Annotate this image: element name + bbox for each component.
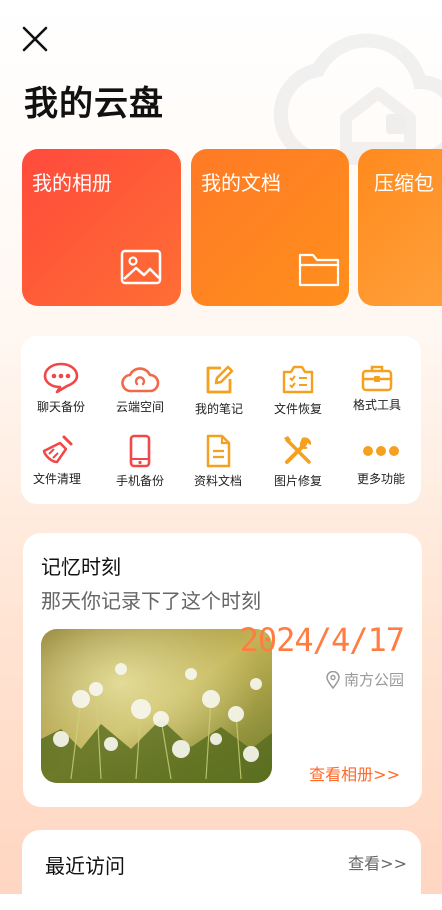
page-title: 我的云盘 bbox=[24, 84, 164, 124]
more-dots-icon bbox=[363, 446, 399, 456]
tool-chat-backup[interactable]: 聊天备份 bbox=[21, 362, 101, 415]
memory-location-text: 南方公园 bbox=[343, 671, 404, 689]
memory-photo[interactable] bbox=[41, 629, 272, 783]
tool-phone-backup[interactable]: 手机备份 bbox=[100, 434, 180, 489]
tool-image-repair[interactable]: 图片修复 bbox=[258, 434, 338, 489]
tool-label: 文件清理 bbox=[32, 472, 81, 486]
tile-label: 我的文档 bbox=[201, 171, 281, 195]
memory-location: 南方公园 bbox=[326, 669, 404, 690]
location-pin-icon bbox=[326, 670, 340, 689]
image-icon bbox=[120, 249, 162, 285]
tools-panel: 聊天备份 云端空间 我的笔记 文件恢复 格式工具 文件清理 手机备份 资料文档 … bbox=[21, 336, 421, 504]
tool-my-notes[interactable]: 我的笔记 bbox=[179, 364, 259, 417]
tool-label: 资料文档 bbox=[193, 474, 242, 488]
tile-label: 我的相册 bbox=[32, 171, 112, 195]
tool-label: 我的笔记 bbox=[194, 402, 243, 416]
memory-subtitle: 那天你记录下了这个时刻 bbox=[41, 589, 261, 613]
close-icon[interactable] bbox=[20, 24, 50, 54]
toolbox-icon bbox=[361, 365, 393, 392]
repair-tools-icon bbox=[284, 436, 312, 464]
memory-title: 记忆时刻 bbox=[41, 555, 121, 579]
tool-format-tools[interactable]: 格式工具 bbox=[337, 364, 417, 413]
tool-more[interactable]: 更多功能 bbox=[341, 444, 421, 487]
note-edit-icon bbox=[206, 365, 234, 394]
tool-label: 聊天备份 bbox=[36, 400, 85, 414]
tool-label: 格式工具 bbox=[352, 398, 401, 412]
tile-my-documents[interactable]: 我的文档 bbox=[191, 149, 349, 306]
tool-label: 更多功能 bbox=[356, 472, 405, 486]
chat-bubble-icon bbox=[43, 362, 79, 394]
tool-file-recovery[interactable]: 文件恢复 bbox=[258, 364, 338, 417]
tile-label: 压缩包 bbox=[374, 171, 434, 195]
cloud-space-icon bbox=[121, 367, 160, 393]
phone-icon bbox=[129, 434, 151, 468]
view-album-link[interactable]: 查看相册>> bbox=[309, 761, 400, 785]
tool-label: 手机备份 bbox=[115, 474, 164, 488]
tool-cloud-space[interactable]: 云端空间 bbox=[100, 366, 180, 415]
recent-view-link[interactable]: 查看>> bbox=[348, 850, 407, 874]
document-icon bbox=[206, 434, 231, 468]
tool-label: 文件恢复 bbox=[273, 402, 322, 416]
recent-card: 最近访问 查看>> bbox=[22, 830, 421, 910]
tool-file-cleanup[interactable]: 文件清理 bbox=[17, 434, 97, 487]
tile-my-album[interactable]: 我的相册 bbox=[22, 149, 181, 306]
tile-archives[interactable]: 压缩包 bbox=[358, 149, 442, 306]
tool-label: 云端空间 bbox=[115, 400, 164, 414]
broom-icon bbox=[42, 435, 73, 464]
folder-icon bbox=[298, 253, 340, 287]
recent-title: 最近访问 bbox=[45, 854, 125, 878]
tool-documents[interactable]: 资料文档 bbox=[178, 434, 258, 489]
memory-card: 记忆时刻 那天你记录下了这个时刻 2024/4/17 南方公园 查看相册>> bbox=[23, 533, 422, 807]
file-recover-icon bbox=[282, 365, 314, 394]
tool-label: 图片修复 bbox=[273, 474, 322, 488]
memory-date: 2024/4/17 bbox=[239, 621, 405, 659]
